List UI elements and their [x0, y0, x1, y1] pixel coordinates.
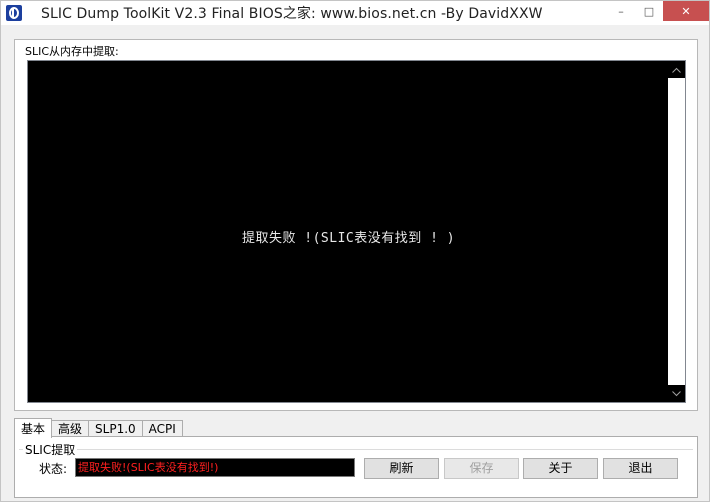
slic-output-console[interactable]: 提取失败 !(SLIC表没有找到 ! )	[27, 60, 686, 403]
scroll-down-button[interactable]	[668, 385, 685, 402]
refresh-button[interactable]: 刷新	[364, 458, 439, 479]
close-button[interactable]: ✕	[663, 1, 709, 21]
exit-button[interactable]: 退出	[603, 458, 678, 479]
window-controls: – □ ✕	[607, 1, 709, 21]
chevron-down-icon	[672, 390, 681, 396]
minimize-button[interactable]: –	[607, 1, 635, 21]
about-button[interactable]: 关于	[523, 458, 598, 479]
close-icon: ✕	[681, 4, 691, 18]
status-value: 提取失败!(SLIC表没有找到!)	[75, 458, 355, 477]
app-logo-icon[interactable]	[6, 5, 22, 21]
tab-strip: 基本 高级 SLP1.0 ACPI	[14, 418, 183, 438]
maximize-button[interactable]: □	[635, 1, 663, 21]
tab-basic[interactable]: 基本	[14, 418, 53, 438]
minimize-icon: –	[618, 4, 624, 18]
window-title: SLIC Dump ToolKit V2.3 Final BIOS之家: www…	[41, 6, 543, 22]
title-bar[interactable]: SLIC Dump ToolKit V2.3 Final BIOS之家: www…	[1, 1, 709, 25]
app-window: SLIC Dump ToolKit V2.3 Final BIOS之家: www…	[0, 0, 710, 502]
chevron-up-icon	[672, 67, 681, 73]
slic-memory-group-label: SLIC从内存中提取:	[25, 45, 119, 58]
save-button[interactable]: 保存	[444, 458, 519, 479]
slic-extract-group-label: SLIC提取	[23, 441, 78, 458]
status-label: 状态:	[39, 462, 68, 476]
maximize-icon: □	[643, 4, 655, 18]
console-scrollbar[interactable]	[668, 61, 685, 402]
scroll-up-button[interactable]	[668, 61, 685, 78]
scroll-track[interactable]	[668, 78, 685, 385]
console-message: 提取失败 !(SLIC表没有找到 ! )	[241, 231, 456, 246]
